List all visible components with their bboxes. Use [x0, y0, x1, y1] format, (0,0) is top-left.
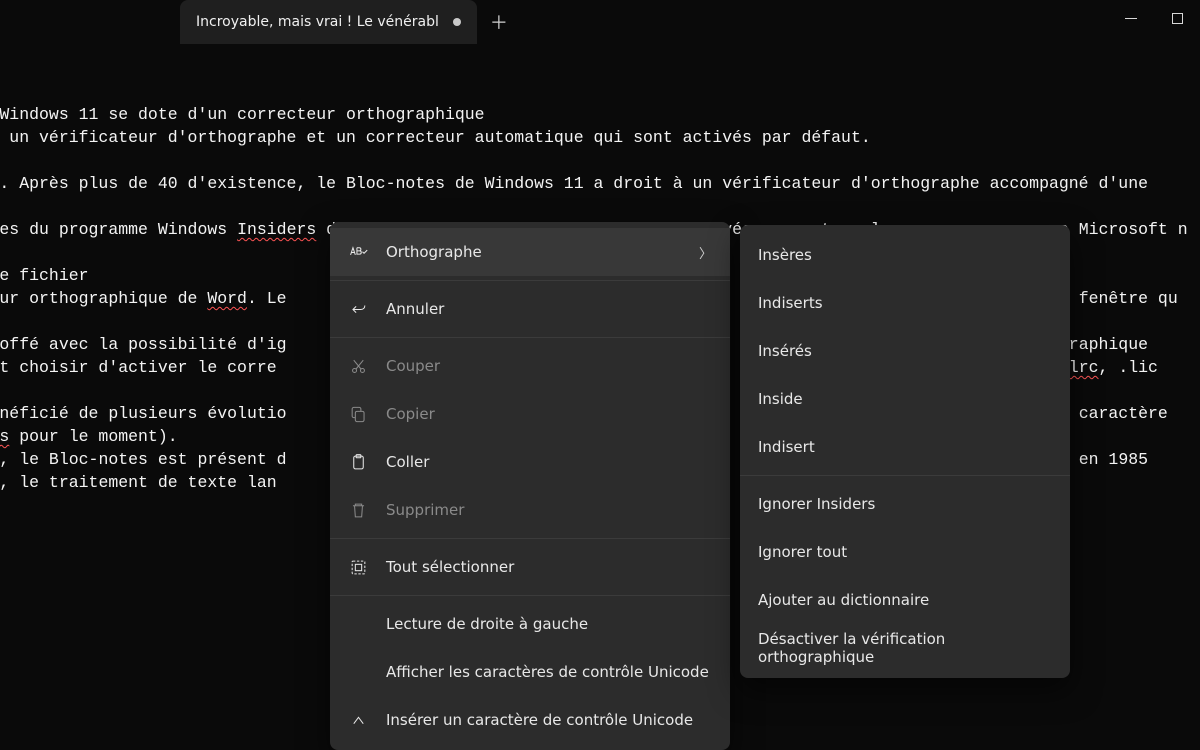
text-line: e dire. Après plus de 40 d'existence, le…	[0, 174, 1148, 193]
trash-icon	[348, 500, 368, 520]
caret-up-icon	[348, 710, 368, 730]
menu-item-undo[interactable]: Annuler	[330, 285, 730, 333]
plus-icon: ＋	[490, 9, 508, 35]
menu-item-add-dictionary[interactable]: Ajouter au dictionnaire	[740, 576, 1070, 624]
menu-label: Inside	[758, 390, 1052, 408]
suggestion-item[interactable]: Insérés	[740, 327, 1070, 375]
text-line: es de Windows 11 se dote d'un correcteur…	[0, 105, 485, 124]
menu-item-spelling[interactable]: Orthographe 〉	[330, 228, 730, 276]
misspelled-word[interactable]: nsiders	[0, 427, 9, 446]
suggestion-item[interactable]: Indisert	[740, 423, 1070, 471]
new-tab-button[interactable]: ＋	[477, 0, 521, 44]
misspelled-word[interactable]: lrc	[1069, 358, 1099, 377]
menu-label: Copier	[386, 405, 712, 423]
text-line: ordPad, le traitement de texte lan	[0, 473, 277, 492]
text-line: reçoit un vérificateur d'orthographe et …	[0, 128, 871, 147]
maximize-button[interactable]	[1154, 0, 1200, 36]
spellcheck-icon	[348, 242, 368, 262]
menu-label: Insérés	[758, 342, 1052, 360]
suggestion-item[interactable]: Indiserts	[740, 279, 1070, 327]
menu-separator	[330, 337, 730, 338]
menu-item-insert-unicode-ctrl[interactable]: Insérer un caractère de contrôle Unicode	[330, 696, 730, 744]
unsaved-indicator-icon	[453, 18, 461, 26]
menu-label: Ignorer Insiders	[758, 495, 1052, 513]
cut-icon	[348, 356, 368, 376]
copy-icon	[348, 404, 368, 424]
spelling-submenu: Insères Indiserts Insérés Inside Indiser…	[740, 225, 1070, 678]
menu-separator	[330, 595, 730, 596]
menu-item-ignore-all[interactable]: Ignorer tout	[740, 528, 1070, 576]
select-all-icon	[348, 557, 368, 577]
menu-label: Insères	[758, 246, 1052, 264]
title-bar: Incroyable, mais vrai ! Le vénérabl ＋	[0, 0, 1200, 44]
menu-item-rtl[interactable]: Lecture de droite à gauche	[330, 600, 730, 648]
menu-label: Indiserts	[758, 294, 1052, 312]
menu-label: Lecture de droite à gauche	[386, 615, 712, 633]
menu-separator	[330, 280, 730, 281]
chevron-right-icon: 〉	[699, 243, 712, 262]
menu-item-ignore[interactable]: Ignorer Insiders	[740, 480, 1070, 528]
paste-icon	[348, 452, 368, 472]
document-tab[interactable]: Incroyable, mais vrai ! Le vénérabl	[180, 0, 477, 44]
menu-item-show-unicode-ctrl[interactable]: Afficher les caractères de contrôle Unic…	[330, 648, 730, 696]
suggestion-item[interactable]: Insères	[740, 231, 1070, 279]
text-line: nsiders pour le moment).	[0, 427, 178, 446]
menu-label: Annuler	[386, 300, 712, 318]
menu-separator	[330, 538, 730, 539]
misspelled-word[interactable]: Insiders	[237, 220, 316, 239]
text-line: type de fichier	[0, 266, 89, 285]
suggestion-item[interactable]: Inside	[740, 375, 1070, 423]
minimize-button[interactable]	[1108, 0, 1154, 36]
menu-item-cut: Couper	[330, 342, 730, 390]
menu-label: Indisert	[758, 438, 1052, 456]
menu-label: Ignorer tout	[758, 543, 1052, 561]
menu-item-paste[interactable]: Coller	[330, 438, 730, 486]
menu-label: Orthographe	[386, 243, 681, 261]
menu-label: Supprimer	[386, 501, 712, 519]
menu-item-delete: Supprimer	[330, 486, 730, 534]
menu-label: Afficher les caractères de contrôle Unic…	[386, 663, 712, 681]
maximize-icon	[1172, 13, 1183, 24]
menu-label: Couper	[386, 357, 712, 375]
menu-label: Désactiver la vérification orthographiqu…	[758, 630, 1052, 666]
menu-item-disable-spellcheck[interactable]: Désactiver la vérification orthographiqu…	[740, 624, 1070, 672]
misspelled-word[interactable]: Word	[207, 289, 247, 308]
menu-label: Tout sélectionner	[386, 558, 712, 576]
menu-item-copy: Copier	[330, 390, 730, 438]
menu-item-select-all[interactable]: Tout sélectionner	[330, 543, 730, 591]
undo-icon	[348, 299, 368, 319]
context-menu: Orthographe 〉 Annuler Couper Copier Coll…	[330, 222, 730, 750]
tab-title: Incroyable, mais vrai ! Le vénérabl	[196, 14, 439, 30]
menu-label: Ajouter au dictionnaire	[758, 591, 1052, 609]
window-controls	[1108, 0, 1200, 36]
menu-label: Coller	[386, 453, 712, 471]
menu-label: Insérer un caractère de contrôle Unicode	[386, 711, 712, 729]
minimize-icon	[1125, 18, 1137, 19]
menu-separator	[740, 475, 1070, 476]
